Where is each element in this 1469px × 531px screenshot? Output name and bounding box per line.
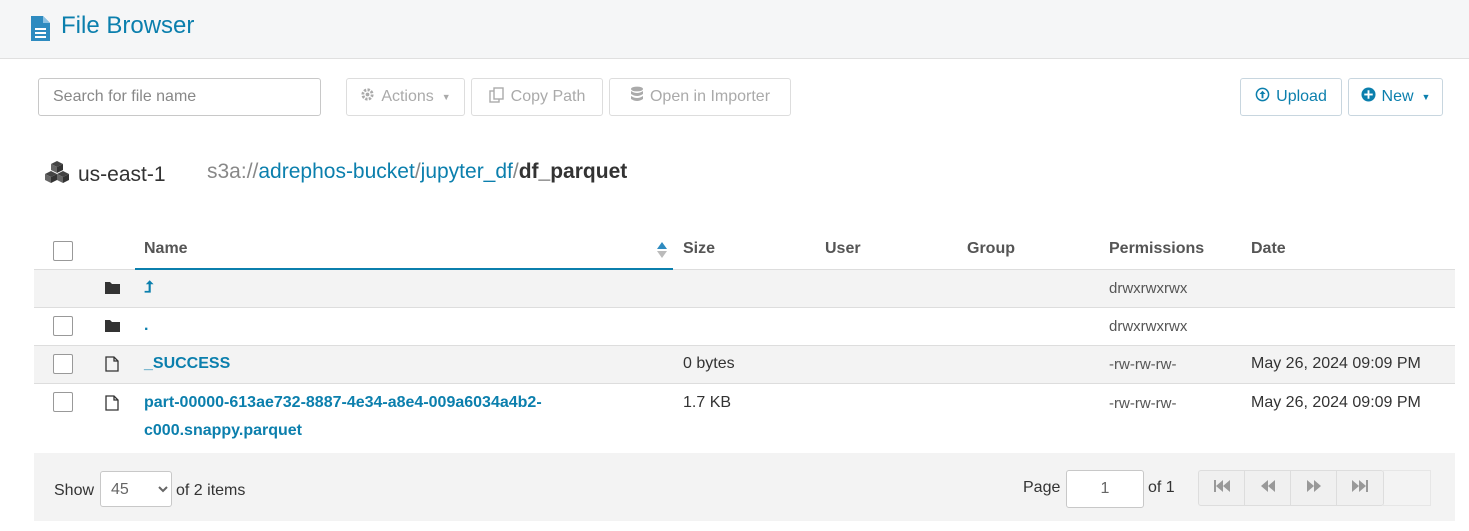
cubes-icon xyxy=(44,160,70,190)
file-table: Name Size User Group Permissions Date ⮥ … xyxy=(34,230,1455,451)
actions-label: Actions xyxy=(381,88,434,105)
current-folder-link[interactable]: . xyxy=(144,317,148,335)
region-selector[interactable]: us-east-1 xyxy=(44,160,166,190)
permissions-cell: -rw-rw-rw- xyxy=(1109,356,1177,373)
caret-down-icon: ▼ xyxy=(1421,92,1431,102)
table-row[interactable]: ⮥ drwxrwxrwx xyxy=(34,270,1455,308)
search-input[interactable] xyxy=(38,78,321,116)
page-size-select[interactable]: 45 xyxy=(100,471,172,507)
new-button[interactable]: New ▼ xyxy=(1348,78,1443,116)
breadcrumb-item-bucket[interactable]: adrephos-bucket xyxy=(258,160,414,183)
gear-icon xyxy=(360,87,375,107)
forward-icon xyxy=(1306,479,1322,498)
copy-icon xyxy=(488,86,505,108)
upload-button[interactable]: Upload xyxy=(1240,78,1342,116)
items-count: of 2 items xyxy=(176,482,246,499)
parent-folder-link[interactable]: ⮥ xyxy=(144,279,153,297)
upload-label: Upload xyxy=(1276,88,1327,105)
folder-icon xyxy=(105,281,120,299)
size-cell: 1.7 KB xyxy=(683,394,732,411)
row-checkbox[interactable] xyxy=(53,354,73,374)
last-page-button[interactable] xyxy=(1337,471,1383,505)
copy-path-button[interactable]: Copy Path xyxy=(471,78,603,116)
actions-button[interactable]: Actions ▼ xyxy=(346,78,465,116)
sort-ascending-icon[interactable] xyxy=(656,241,668,264)
first-page-icon xyxy=(1213,479,1231,498)
row-checkbox[interactable] xyxy=(53,392,73,412)
app-header: File Browser xyxy=(0,0,1469,59)
pager-spacer xyxy=(1383,470,1431,506)
last-page-icon xyxy=(1351,479,1369,498)
permissions-cell: drwxrwxrwx xyxy=(1109,280,1188,297)
next-page-button[interactable] xyxy=(1291,471,1337,505)
document-icon xyxy=(29,15,51,47)
file-name-link-line-2[interactable]: c000.snappy.parquet xyxy=(144,422,302,440)
pager-buttons xyxy=(1198,470,1384,506)
file-icon xyxy=(105,356,119,377)
size-cell: 0 bytes xyxy=(683,355,735,372)
caret-down-icon: ▼ xyxy=(441,92,451,102)
table-row[interactable]: part-00000-613ae732-8887-4e34-a8e4-009a6… xyxy=(34,384,1455,451)
select-all-checkbox[interactable] xyxy=(53,241,73,261)
backward-icon xyxy=(1260,479,1276,498)
column-header-group[interactable]: Group xyxy=(967,240,1015,258)
open-importer-label: Open in Importer xyxy=(649,88,771,105)
date-cell: May 26, 2024 09:09 PM xyxy=(1251,355,1421,372)
folder-icon xyxy=(105,319,120,337)
previous-page-button[interactable] xyxy=(1245,471,1291,505)
row-checkbox[interactable] xyxy=(53,316,73,336)
page-label: Page xyxy=(1023,479,1061,496)
plus-circle-icon xyxy=(1361,87,1376,107)
open-in-importer-button[interactable]: Open in Importer xyxy=(609,78,791,116)
breadcrumb-current: df_parquet xyxy=(518,160,628,183)
breadcrumb: s3a://adrephos-bucket/jupyter_df/df_parq… xyxy=(207,160,627,184)
new-label: New xyxy=(1381,88,1414,105)
column-header-permissions[interactable]: Permissions xyxy=(1109,240,1204,258)
table-header: Name Size User Group Permissions Date xyxy=(34,230,1455,270)
page-title: File Browser xyxy=(61,12,195,39)
file-name-link[interactable]: _SUCCESS xyxy=(144,355,230,373)
date-cell: May 26, 2024 09:09 PM xyxy=(1251,394,1421,411)
page-count: of 1 xyxy=(1148,479,1175,496)
column-header-date[interactable]: Date xyxy=(1251,240,1286,258)
upload-arrow-circle-icon xyxy=(1255,87,1270,107)
first-page-button[interactable] xyxy=(1199,471,1245,505)
file-icon xyxy=(105,395,119,416)
region-label: us-east-1 xyxy=(78,163,166,186)
copy-path-label: Copy Path xyxy=(510,88,586,105)
breadcrumb-item-jupyter-df[interactable]: jupyter_df xyxy=(421,160,513,183)
column-header-size[interactable]: Size xyxy=(683,240,715,258)
permissions-cell: drwxrwxrwx xyxy=(1109,318,1188,335)
table-row[interactable]: . drwxrwxrwx xyxy=(34,308,1455,346)
column-header-name[interactable]: Name xyxy=(144,240,188,258)
table-row[interactable]: _SUCCESS 0 bytes -rw-rw-rw- May 26, 2024… xyxy=(34,346,1455,384)
database-icon xyxy=(630,86,644,108)
permissions-cell: -rw-rw-rw- xyxy=(1109,395,1177,412)
column-header-user[interactable]: User xyxy=(825,240,861,258)
page-number-input[interactable] xyxy=(1066,470,1144,508)
show-label: Show xyxy=(54,482,95,499)
breadcrumb-scheme: s3a:// xyxy=(207,160,259,183)
file-name-link-line-1[interactable]: part-00000-613ae732-8887-4e34-a8e4-009a6… xyxy=(144,394,542,412)
pagination-bar: Show 45 of 2 items Page of 1 xyxy=(34,453,1455,521)
